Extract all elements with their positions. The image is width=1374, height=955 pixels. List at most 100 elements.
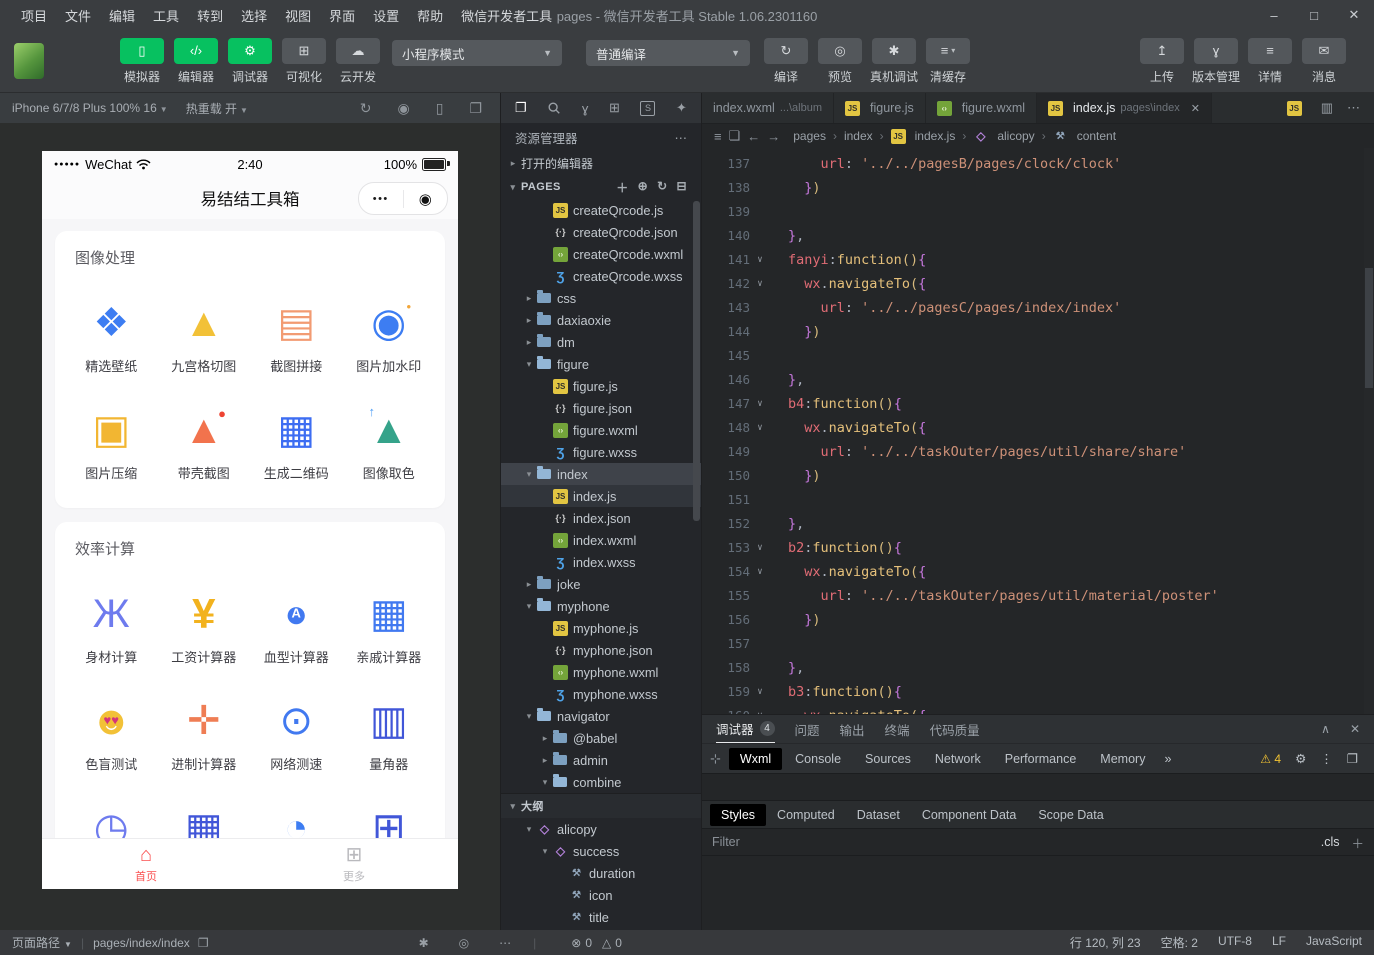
tree-item-dm[interactable]: ▸dm: [501, 331, 701, 353]
code-line[interactable]: 147∨b4:function(){: [702, 392, 1374, 416]
code-line[interactable]: 150 }): [702, 464, 1374, 488]
more-actions-icon[interactable]: ⋯: [675, 130, 688, 145]
app-item-进制计算器[interactable]: ✛进制计算器: [158, 696, 251, 773]
styles-tab-Component Data[interactable]: Component Data: [911, 804, 1028, 826]
app-item-亲戚计算器[interactable]: ▦亲戚计算器: [343, 589, 436, 666]
devtools-tab-Console[interactable]: Console: [784, 748, 852, 770]
app-item-全屏时钟[interactable]: ◷全屏时钟: [65, 803, 158, 838]
open-editors-section[interactable]: ▸ 打开的编辑器: [501, 151, 701, 175]
app-item-随机数字[interactable]: ◔随机数字: [250, 803, 343, 838]
code-editor[interactable]: 137 url: '../../pagesB/pages/clock/clock…: [702, 148, 1374, 714]
app-item-带壳截图[interactable]: ▲●带壳截图: [158, 405, 251, 482]
refresh-icon[interactable]: ↻: [360, 100, 372, 117]
tree-item-figure[interactable]: ▾figure: [501, 353, 701, 375]
code-line[interactable]: 144 }): [702, 320, 1374, 344]
compile-dropdown[interactable]: 普通编译 ▼: [586, 40, 750, 66]
code-line[interactable]: 141∨fanyi:function(){: [702, 248, 1374, 272]
more-menu-icon[interactable]: •••: [359, 193, 403, 205]
menu-item-文件[interactable]: 文件: [56, 6, 100, 25]
fold-icon[interactable]: ∨: [750, 248, 770, 272]
tree-item-myphone[interactable]: ▾myphone: [501, 595, 701, 617]
back-arrow-icon[interactable]: ←: [747, 129, 760, 144]
warning-count[interactable]: ⚠ 4: [1260, 752, 1281, 766]
menu-item-设置[interactable]: 设置: [364, 6, 408, 25]
fold-icon[interactable]: ∨: [750, 416, 770, 440]
stop-icon[interactable]: ◉: [398, 100, 410, 117]
tabbar-item-更多[interactable]: ⊞更多: [250, 839, 458, 889]
tree-item-createQrcode.wxml[interactable]: ‹›createQrcode.wxml: [501, 243, 701, 265]
fold-icon[interactable]: ∨: [750, 704, 770, 714]
app-item-计时器[interactable]: ▦计时器: [158, 803, 251, 838]
tree-item-myphone.js[interactable]: JSmyphone.js: [501, 617, 701, 639]
menu-item-帮助[interactable]: 帮助: [408, 6, 452, 25]
add-style-icon[interactable]: ＋: [1351, 833, 1364, 852]
toolbar-button-详情[interactable]: ≡详情: [1244, 38, 1296, 85]
menu-item-项目[interactable]: 项目: [12, 6, 56, 25]
code-line[interactable]: 155 url: '../../taskOuter/pages/util/mat…: [702, 584, 1374, 608]
app-item-身材计算[interactable]: Ж身材计算: [65, 589, 158, 666]
mode-dropdown[interactable]: 小程序模式 ▼: [392, 40, 562, 66]
debugger-panel-tab-调试器[interactable]: 调试器4: [716, 714, 775, 744]
collapse-icon[interactable]: ∧: [1321, 722, 1330, 736]
editor-tab-index.js[interactable]: JSindex.jspages\index✕: [1037, 93, 1212, 123]
detach-window-icon[interactable]: ❐: [469, 100, 482, 117]
app-item-计数器[interactable]: ⊞计数器: [343, 803, 436, 838]
tree-item-figure.wxss[interactable]: Ʒfigure.wxss: [501, 441, 701, 463]
tree-item-icon[interactable]: ⚒icon: [501, 884, 701, 906]
close-icon[interactable]: ✕: [1350, 722, 1360, 736]
run-js-icon[interactable]: JS: [1287, 101, 1302, 116]
bookmark-icon[interactable]: ❏: [729, 128, 741, 144]
files-icon[interactable]: ❐: [515, 100, 527, 116]
tree-item-createQrcode.json[interactable]: {·}createQrcode.json: [501, 221, 701, 243]
app-item-九宫格切图[interactable]: ▲九宫格切图: [158, 298, 251, 375]
toolbar-button-预览[interactable]: ◎预览: [814, 38, 866, 85]
app-item-截图拼接[interactable]: ▤截图拼接: [250, 298, 343, 375]
app-item-图片压缩[interactable]: ▣图片压缩: [65, 405, 158, 482]
breadcrumb-alicopy[interactable]: ◇alicopy: [973, 129, 1034, 144]
search-icon[interactable]: [547, 101, 561, 115]
code-line[interactable]: 146},: [702, 368, 1374, 392]
tree-item-figure.json[interactable]: {·}figure.json: [501, 397, 701, 419]
close-icon[interactable]: ✕: [1191, 102, 1200, 115]
toolbar-button-消息[interactable]: ✉消息: [1298, 38, 1350, 85]
code-line[interactable]: 156 }): [702, 608, 1374, 632]
tree-item-index[interactable]: ▾index: [501, 463, 701, 485]
menu-item-界面[interactable]: 界面: [320, 6, 364, 25]
split-editor-icon[interactable]: ▥: [1321, 100, 1333, 116]
toolbar-button-云开发[interactable]: ☁云开发: [332, 38, 384, 85]
fold-icon[interactable]: ∨: [750, 272, 770, 296]
fold-icon[interactable]: ∨: [750, 536, 770, 560]
tree-item-admin[interactable]: ▸admin: [501, 749, 701, 771]
filter-input[interactable]: Filter: [712, 835, 740, 849]
npm-icon[interactable]: S: [640, 101, 655, 116]
code-line[interactable]: 152},: [702, 512, 1374, 536]
statusbar-item[interactable]: LF: [1272, 934, 1286, 951]
devtools-tab-Performance[interactable]: Performance: [994, 748, 1088, 770]
tree-item-createQrcode.wxss[interactable]: ƷcreateQrcode.wxss: [501, 265, 701, 287]
vertical-dots-icon[interactable]: ⋮: [1320, 751, 1333, 766]
menu-item-转到[interactable]: 转到: [188, 6, 232, 25]
styles-tab-Styles[interactable]: Styles: [710, 804, 766, 826]
tree-item-navigator[interactable]: ▾navigator: [501, 705, 701, 727]
tree-item-figure.js[interactable]: JSfigure.js: [501, 375, 701, 397]
explorer-scrollbar[interactable]: [693, 201, 700, 521]
breadcrumb-content[interactable]: ⚒content: [1053, 129, 1116, 144]
cls-toggle[interactable]: .cls: [1321, 835, 1340, 849]
editor-tab-index.wxml[interactable]: index.wxml...\album: [702, 93, 834, 123]
tree-item-myphone.json[interactable]: {·}myphone.json: [501, 639, 701, 661]
menu-item-微信开发者工具[interactable]: 微信开发者工具: [452, 6, 561, 25]
phone-icon[interactable]: ▯: [436, 100, 444, 117]
debugger-panel-tab-代码质量[interactable]: 代码质量: [930, 715, 980, 743]
code-line[interactable]: 149 url: '../../taskOuter/pages/util/sha…: [702, 440, 1374, 464]
breadcrumb-index[interactable]: index: [844, 129, 873, 143]
eye-icon[interactable]: ◎: [459, 936, 469, 950]
problems-counts[interactable]: ⊗0 △0: [571, 936, 622, 950]
statusbar-item[interactable]: JavaScript: [1306, 934, 1362, 951]
debugger-panel-tab-问题[interactable]: 问题: [795, 715, 820, 743]
gear-icon[interactable]: ⚙: [1295, 751, 1306, 766]
close-button[interactable]: ✕: [1334, 0, 1374, 30]
bug-icon[interactable]: ✱: [419, 936, 429, 950]
toolbar-button-模拟器[interactable]: ▯模拟器: [116, 38, 168, 85]
devtools-tab-Sources[interactable]: Sources: [854, 748, 922, 770]
tree-item-index.js[interactable]: JSindex.js: [501, 485, 701, 507]
